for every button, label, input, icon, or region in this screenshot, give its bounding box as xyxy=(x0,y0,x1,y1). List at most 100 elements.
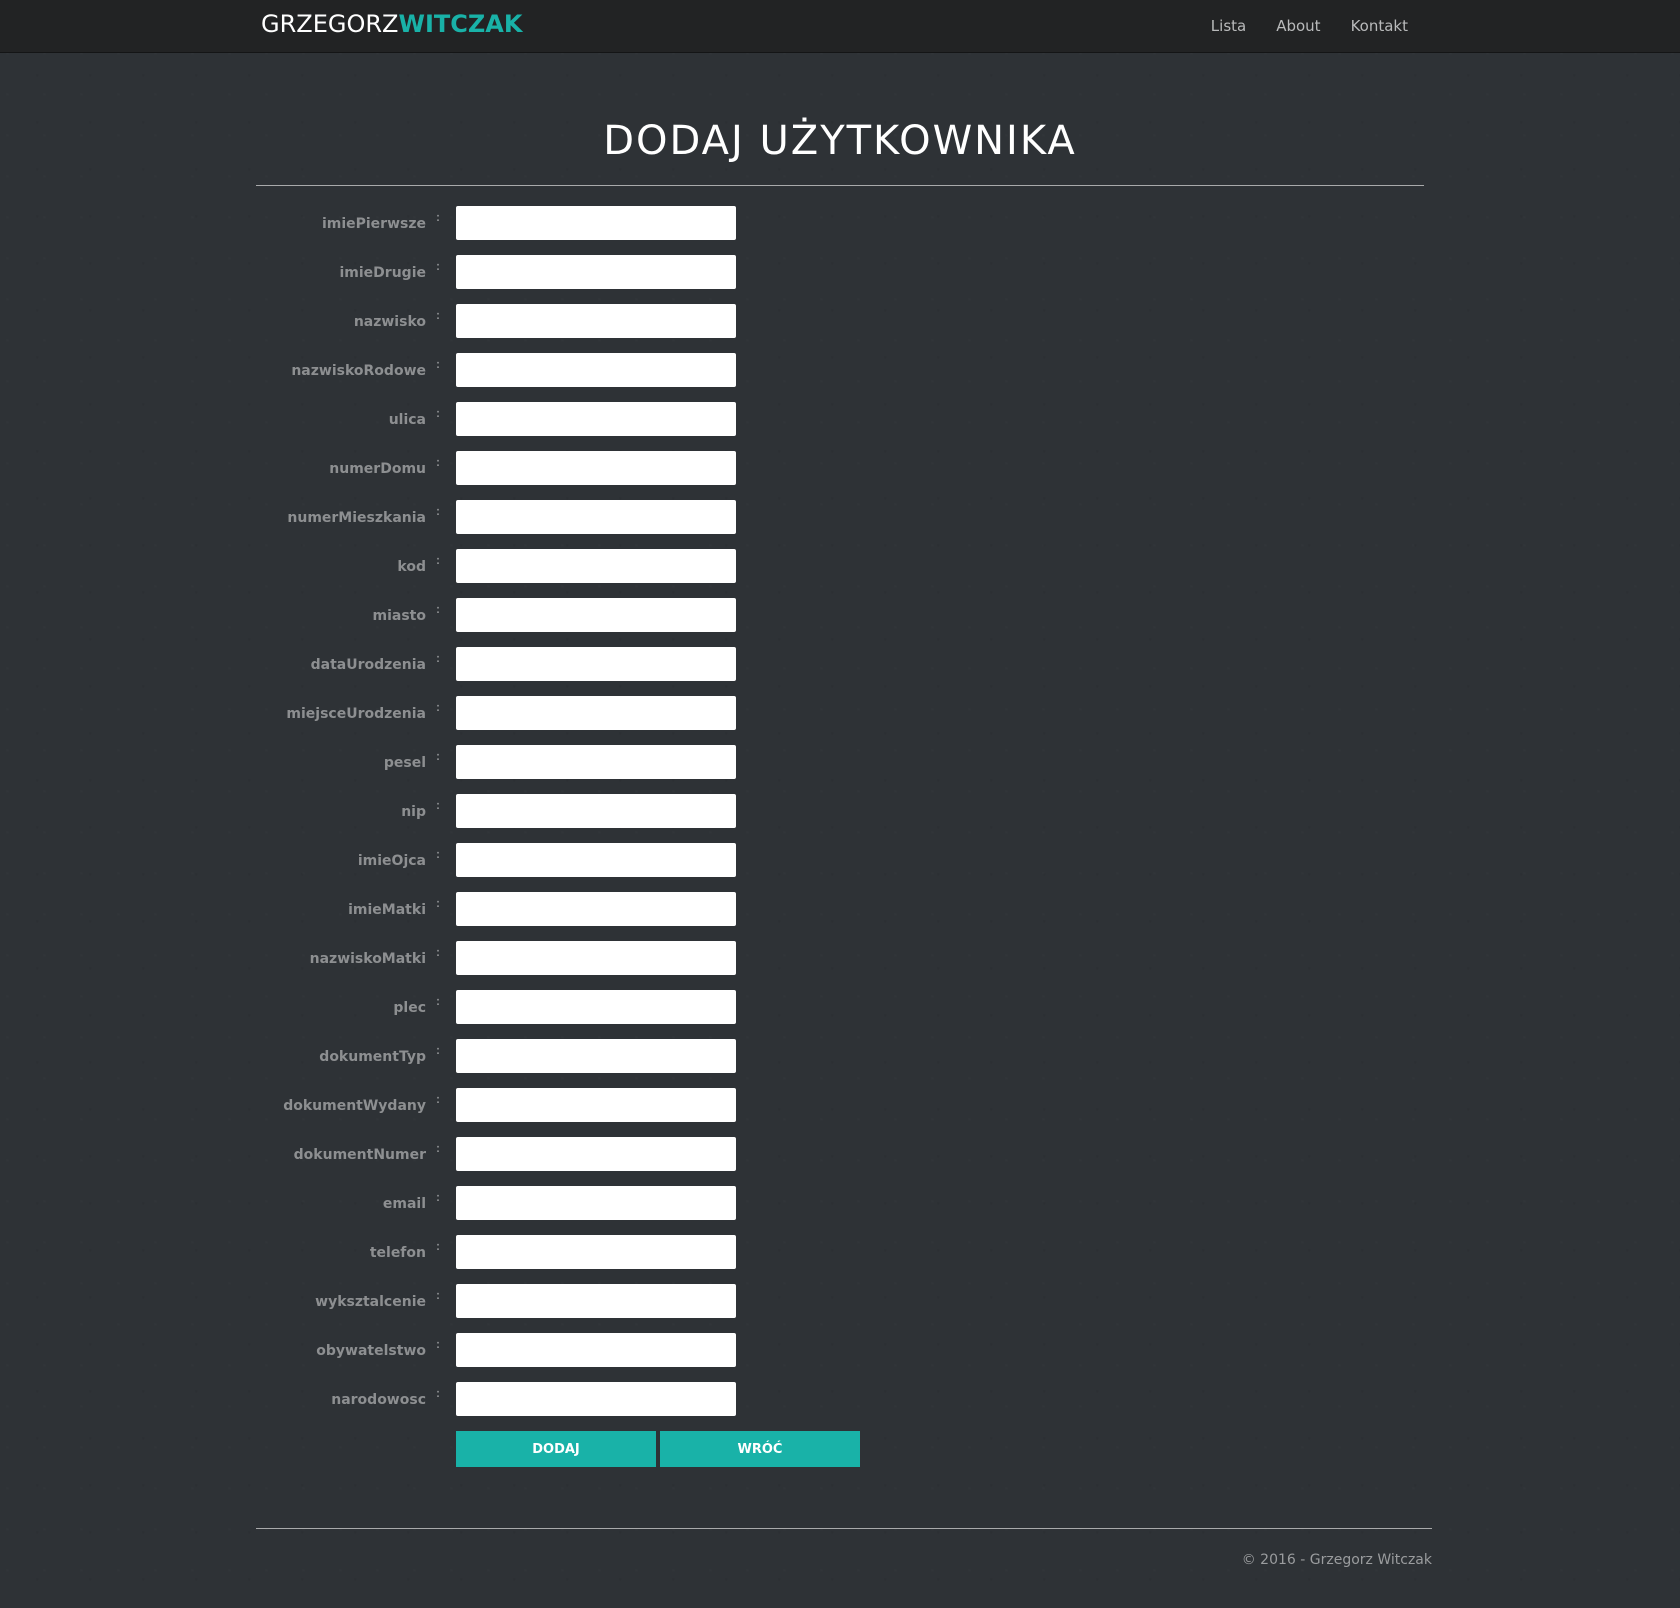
form-row-dokumentNumer: dokumentNumer: xyxy=(0,1137,1680,1186)
field-colon: : xyxy=(436,651,440,665)
nav-link-lista[interactable]: Lista xyxy=(1211,17,1246,35)
field-label-miejsceUrodzenia: miejsceUrodzenia xyxy=(286,706,426,722)
form-row-telefon: telefon: xyxy=(0,1235,1680,1284)
field-input-narodowosc[interactable] xyxy=(456,1382,736,1416)
field-colon: : xyxy=(436,259,440,273)
field-colon: : xyxy=(436,406,440,420)
field-input-nazwisko[interactable] xyxy=(456,304,736,338)
nav-link-about[interactable]: About xyxy=(1276,17,1320,35)
field-label-kod: kod xyxy=(397,559,426,575)
field-label-ulica: ulica xyxy=(388,412,426,428)
field-input-nazwiskoMatki[interactable] xyxy=(456,941,736,975)
field-input-imiePierwsze[interactable] xyxy=(456,206,736,240)
field-colon: : xyxy=(436,602,440,616)
field-colon: : xyxy=(436,1190,440,1204)
form-row-numerDomu: numerDomu: xyxy=(0,451,1680,500)
form-row-miasto: miasto: xyxy=(0,598,1680,647)
form-row-nip: nip: xyxy=(0,794,1680,843)
field-input-miejsceUrodzenia[interactable] xyxy=(456,696,736,730)
field-input-wyksztalcenie[interactable] xyxy=(456,1284,736,1318)
field-input-dataUrodzenia[interactable] xyxy=(456,647,736,681)
field-input-numerDomu[interactable] xyxy=(456,451,736,485)
field-colon: : xyxy=(436,1386,440,1400)
field-colon: : xyxy=(436,1337,440,1351)
field-colon: : xyxy=(436,1092,440,1106)
field-label-obywatelstwo: obywatelstwo xyxy=(316,1343,426,1359)
field-input-nazwiskoRodowe[interactable] xyxy=(456,353,736,387)
field-colon: : xyxy=(436,1043,440,1057)
form-row-dataUrodzenia: dataUrodzenia: xyxy=(0,647,1680,696)
field-colon: : xyxy=(436,504,440,518)
field-label-plec: plec xyxy=(393,1000,426,1016)
field-colon: : xyxy=(436,700,440,714)
field-label-dokumentNumer: dokumentNumer xyxy=(293,1147,426,1163)
form-row-obywatelstwo: obywatelstwo: xyxy=(0,1333,1680,1382)
field-input-kod[interactable] xyxy=(456,549,736,583)
nav-menu: Lista About Kontakt xyxy=(1211,17,1408,35)
form-row-dokumentWydany: dokumentWydany: xyxy=(0,1088,1680,1137)
form-row-nazwiskoRodowe: nazwiskoRodowe: xyxy=(0,353,1680,402)
form-row-wyksztalcenie: wyksztalcenie: xyxy=(0,1284,1680,1333)
form-row-nazwisko: nazwisko: xyxy=(0,304,1680,353)
field-input-imieDrugie[interactable] xyxy=(456,255,736,289)
field-input-email[interactable] xyxy=(456,1186,736,1220)
field-label-imieMatki: imieMatki xyxy=(348,902,426,918)
field-colon: : xyxy=(436,896,440,910)
field-input-dokumentNumer[interactable] xyxy=(456,1137,736,1171)
field-colon: : xyxy=(436,210,440,224)
form-row-imiePierwsze: imiePierwsze: xyxy=(0,206,1680,255)
field-colon: : xyxy=(436,749,440,763)
form-row-miejsceUrodzenia: miejsceUrodzenia: xyxy=(0,696,1680,745)
field-input-miasto[interactable] xyxy=(456,598,736,632)
field-colon: : xyxy=(436,308,440,322)
field-input-imieOjca[interactable] xyxy=(456,843,736,877)
field-input-dokumentWydany[interactable] xyxy=(456,1088,736,1122)
field-colon: : xyxy=(436,994,440,1008)
form-actions: DODAJ WRÓĆ xyxy=(456,1431,860,1467)
field-label-imieOjca: imieOjca xyxy=(357,853,426,869)
field-colon: : xyxy=(436,798,440,812)
field-label-miasto: miasto xyxy=(372,608,426,624)
form-row-plec: plec: xyxy=(0,990,1680,1039)
field-input-nip[interactable] xyxy=(456,794,736,828)
form-row-imieMatki: imieMatki: xyxy=(0,892,1680,941)
form-row-imieDrugie: imieDrugie: xyxy=(0,255,1680,304)
form-row-dokumentTyp: dokumentTyp: xyxy=(0,1039,1680,1088)
brand-logo[interactable]: GRZEGORZWITCZAK xyxy=(261,10,522,38)
form-row-email: email: xyxy=(0,1186,1680,1235)
field-label-telefon: telefon xyxy=(369,1245,426,1261)
field-label-email: email xyxy=(382,1196,426,1212)
field-label-narodowosc: narodowosc xyxy=(331,1392,426,1408)
field-input-obywatelstwo[interactable] xyxy=(456,1333,736,1367)
form-row-imieOjca: imieOjca: xyxy=(0,843,1680,892)
nav-link-kontakt[interactable]: Kontakt xyxy=(1351,17,1408,35)
field-colon: : xyxy=(436,357,440,371)
field-input-plec[interactable] xyxy=(456,990,736,1024)
brand-first-name: GRZEGORZ xyxy=(261,10,399,38)
field-label-nip: nip xyxy=(401,804,426,820)
field-label-numerDomu: numerDomu xyxy=(329,461,426,477)
form-row-nazwiskoMatki: nazwiskoMatki: xyxy=(0,941,1680,990)
field-input-numerMieszkania[interactable] xyxy=(456,500,736,534)
field-label-nazwiskoMatki: nazwiskoMatki xyxy=(309,951,426,967)
add-button[interactable]: DODAJ xyxy=(456,1431,656,1467)
field-input-dokumentTyp[interactable] xyxy=(456,1039,736,1073)
form-row-kod: kod: xyxy=(0,549,1680,598)
field-input-telefon[interactable] xyxy=(456,1235,736,1269)
form-row-numerMieszkania: numerMieszkania: xyxy=(0,500,1680,549)
page-title: DODAJ UŻYTKOWNIKA xyxy=(603,118,1077,164)
field-label-pesel: pesel xyxy=(383,755,426,771)
brand-last-name: WITCZAK xyxy=(398,10,523,38)
back-button[interactable]: WRÓĆ xyxy=(660,1431,860,1467)
field-input-imieMatki[interactable] xyxy=(456,892,736,926)
form-row-narodowosc: narodowosc: xyxy=(0,1382,1680,1431)
field-input-ulica[interactable] xyxy=(456,402,736,436)
field-label-numerMieszkania: numerMieszkania xyxy=(287,510,426,526)
field-input-pesel[interactable] xyxy=(456,745,736,779)
field-label-dokumentTyp: dokumentTyp xyxy=(319,1049,426,1065)
field-colon: : xyxy=(436,847,440,861)
field-colon: : xyxy=(436,1239,440,1253)
title-divider xyxy=(256,185,1424,186)
field-label-wyksztalcenie: wyksztalcenie xyxy=(315,1294,426,1310)
field-colon: : xyxy=(436,1141,440,1155)
